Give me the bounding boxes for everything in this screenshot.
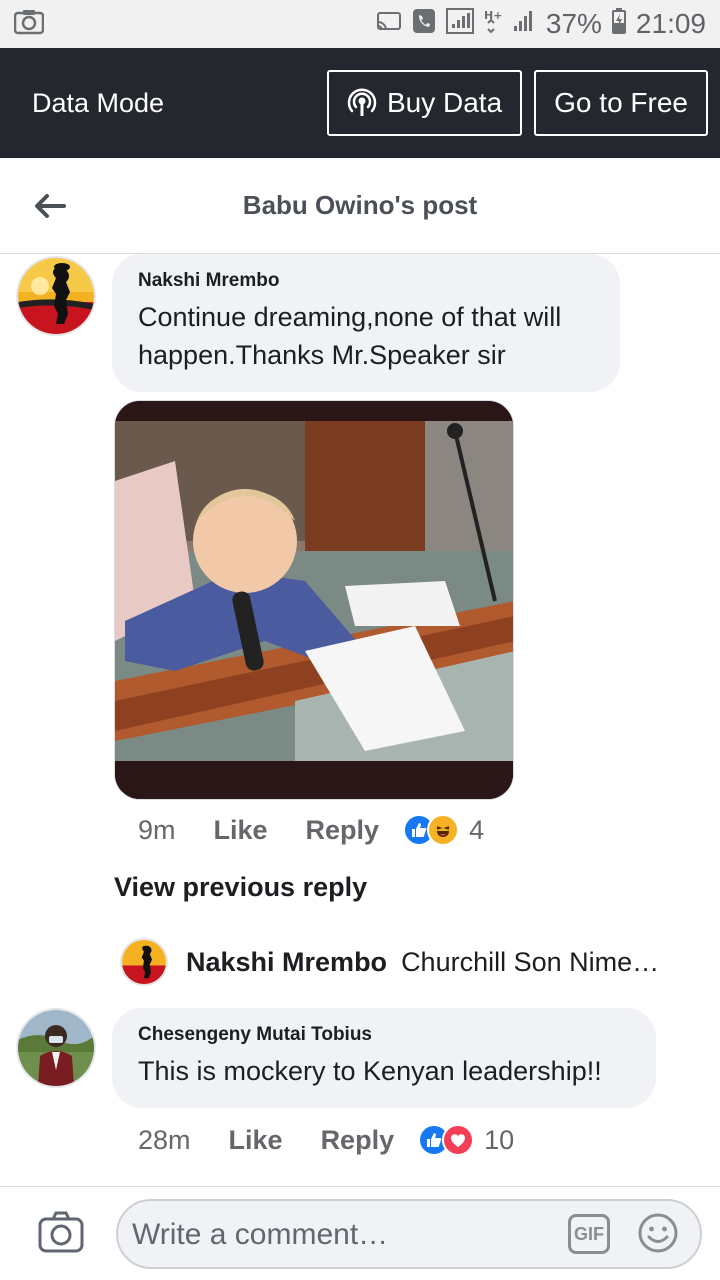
emoji-icon[interactable] <box>636 1211 680 1255</box>
like-button[interactable]: Like <box>214 815 268 846</box>
comment-bubble: Chesengeny Mutai Tobius This is mockery … <box>112 1008 656 1108</box>
reaction-count: 10 <box>484 1124 515 1155</box>
go-to-free-button[interactable]: Go to Free <box>534 70 708 136</box>
camera-icon[interactable] <box>38 1211 84 1255</box>
comment-input[interactable] <box>132 1211 552 1259</box>
reply-text: Churchill Son Nimechoka <box>401 946 669 977</box>
signal-icon <box>445 7 474 41</box>
comment-text: This is mockery to Kenyan leadership!! <box>138 1056 602 1086</box>
comment-bubble: Nakshi Mrembo Continue dreaming,none of … <box>112 254 620 392</box>
reaction-summary[interactable]: 10 <box>418 1124 514 1156</box>
like-button[interactable]: Like <box>229 1125 283 1156</box>
avatar[interactable] <box>16 1008 96 1088</box>
reaction-summary[interactable]: 4 <box>403 814 484 846</box>
avatar[interactable] <box>16 256 96 336</box>
clock: 21:09 <box>635 8 706 39</box>
haha-reaction-icon <box>427 814 460 846</box>
svg-text:H+: H+ <box>484 9 502 22</box>
reaction-count: 4 <box>469 814 485 845</box>
screenshot-icon <box>13 9 45 40</box>
comment-composer: GIF <box>0 1186 720 1280</box>
signal-bars-icon <box>512 8 536 40</box>
data-mode-title: Data Mode <box>32 87 165 118</box>
battery-percent: 37% <box>545 8 602 39</box>
comment-author[interactable]: Chesengeny Mutai Tobius <box>138 1024 630 1046</box>
gif-button[interactable]: GIF <box>568 1214 610 1254</box>
back-arrow-icon[interactable] <box>30 186 70 226</box>
gif-label: GIF <box>574 1223 604 1244</box>
avatar[interactable] <box>120 938 168 986</box>
go-to-free-label: Go to Free <box>554 87 688 118</box>
data-mode-bar: Data Mode Buy Data Go to Free <box>0 48 720 158</box>
cast-icon <box>376 8 402 40</box>
view-previous-reply-link[interactable]: View previous reply <box>114 872 367 903</box>
comment-actions: 28m Like Reply 10 <box>138 1122 514 1158</box>
comment-time[interactable]: 9m <box>138 815 176 846</box>
comment-photo[interactable] <box>114 400 514 800</box>
reply-preview[interactable]: Nakshi Mrembo Churchill Son Nimechoka <box>120 934 700 990</box>
page-title: Babu Owino's post <box>242 190 478 220</box>
reply-author[interactable]: Nakshi Mrembo <box>186 947 387 978</box>
battery-icon <box>611 7 626 41</box>
love-reaction-icon <box>442 1124 475 1156</box>
hplus-icon: H+ <box>484 8 502 41</box>
status-bar: H+ 37% 21:09 <box>0 0 720 48</box>
comment-actions: 9m Like Reply 4 <box>138 812 484 848</box>
reply-button[interactable]: Reply <box>306 815 380 846</box>
broadcast-icon <box>347 88 377 118</box>
comment-input-wrap: GIF <box>116 1199 702 1269</box>
buy-data-label: Buy Data <box>386 87 503 118</box>
reply-button[interactable]: Reply <box>321 1125 395 1156</box>
wifi-calling-icon <box>412 8 436 41</box>
buy-data-button[interactable]: Buy Data <box>326 70 523 136</box>
post-header: Babu Owino's post <box>0 158 720 254</box>
comment-time[interactable]: 28m <box>138 1125 191 1156</box>
comment-text: Continue dreaming,none of that will happ… <box>138 302 562 370</box>
comment-author[interactable]: Nakshi Mrembo <box>138 270 594 292</box>
